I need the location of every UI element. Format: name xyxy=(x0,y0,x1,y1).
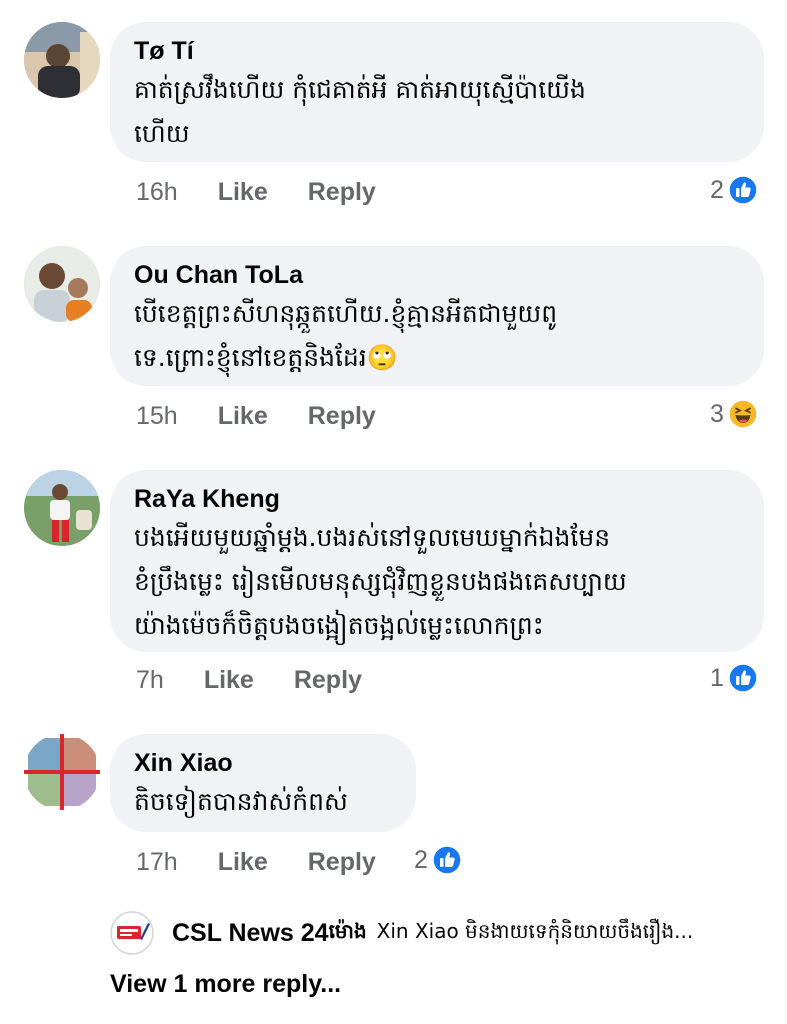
avatar[interactable] xyxy=(24,22,100,98)
csl-news-logo-icon xyxy=(110,911,154,955)
comment-bubble: Xin Xiao តិចទៀតបានវាស់កំពស់ xyxy=(110,734,416,832)
reaction-summary[interactable]: 1 xyxy=(710,660,758,696)
avatar[interactable] xyxy=(24,246,100,322)
comment-author[interactable]: RaYa Kheng xyxy=(134,484,738,514)
reaction-count: 3 xyxy=(710,399,724,428)
like-reaction-icon xyxy=(432,845,462,875)
like-button[interactable]: Like xyxy=(204,666,254,695)
comment-bubble: Tø Tí គាត់ស្រវឹងហើយ កុំជេគាត់អី គាត់អាយុ… xyxy=(110,22,764,162)
view-more-replies-link[interactable]: View 1 more reply... xyxy=(110,970,341,999)
comment-time[interactable]: 7h xyxy=(136,666,164,695)
comment-time[interactable]: 15h xyxy=(136,402,178,431)
like-button[interactable]: Like xyxy=(218,402,268,431)
like-reaction-icon xyxy=(728,175,758,205)
like-button[interactable]: Like xyxy=(218,178,268,207)
comment-bubble: RaYa Kheng បងអើយមួយឆ្នាំម្តង.បងរស់នៅទួលម… xyxy=(110,470,764,652)
reply-preview[interactable]: CSL News 24 ម៉ោង Xin Xiao មិនងាយទេកុំនិយ… xyxy=(110,908,693,958)
reply-author[interactable]: CSL News 24 xyxy=(172,919,329,948)
like-button[interactable]: Like xyxy=(218,848,268,877)
avatar[interactable] xyxy=(24,470,100,546)
reaction-summary[interactable]: 2 xyxy=(414,842,462,878)
comment-actions: 17h Like Reply xyxy=(136,844,416,880)
comment-actions: 15h Like Reply xyxy=(136,398,416,434)
reaction-count: 1 xyxy=(710,663,724,692)
reply-button[interactable]: Reply xyxy=(308,848,376,877)
reply-text: Xin Xiao មិនងាយទេកុំនិយាយចឹងរឿង... xyxy=(376,919,694,943)
avatar-photo xyxy=(24,246,100,322)
reply-button[interactable]: Reply xyxy=(308,402,376,431)
reply-button[interactable]: Reply xyxy=(294,666,362,695)
comment-text: តិចទៀតបានវាស់កំពស់ xyxy=(134,787,348,816)
haha-reaction-icon xyxy=(728,399,758,429)
avatar-photo xyxy=(24,22,100,98)
reply-button[interactable]: Reply xyxy=(308,178,376,207)
like-reaction-icon xyxy=(728,663,758,693)
avatar-photo xyxy=(24,470,100,546)
reply-time: ម៉ោង xyxy=(328,919,367,943)
comment-author[interactable]: Xin Xiao xyxy=(134,748,390,778)
comment-time[interactable]: 17h xyxy=(136,848,178,877)
comment-bubble: Ou Chan ToLa បើខេត្តព្រះសីហនុឆ្កួតហើយ.ខ្… xyxy=(110,246,764,386)
comment-time[interactable]: 16h xyxy=(136,178,178,207)
comment-text: គាត់ស្រវឹងហើយ កុំជេគាត់អី គាត់អាយុស្មើប៉… xyxy=(134,75,586,148)
comment-actions: 16h Like Reply xyxy=(136,174,416,210)
reaction-summary[interactable]: 3 xyxy=(710,396,758,432)
comment-actions: 7h Like Reply xyxy=(136,662,402,698)
comment-author[interactable]: Tø Tí xyxy=(134,36,738,66)
reaction-summary[interactable]: 2 xyxy=(710,172,758,208)
avatar-photo xyxy=(24,734,100,810)
reaction-count: 2 xyxy=(710,175,724,204)
comment-text: បើខេត្តព្រះសីហនុឆ្កួតហើយ.ខ្ញុំគ្មានអីតជា… xyxy=(134,299,558,372)
comment-author[interactable]: Ou Chan ToLa xyxy=(134,260,738,290)
comment-text: បងអើយមួយឆ្នាំម្តង.បងរស់នៅទួលមេឃម្នាក់ឯងម… xyxy=(134,523,627,640)
reaction-count: 2 xyxy=(414,845,428,874)
avatar[interactable] xyxy=(24,734,100,810)
